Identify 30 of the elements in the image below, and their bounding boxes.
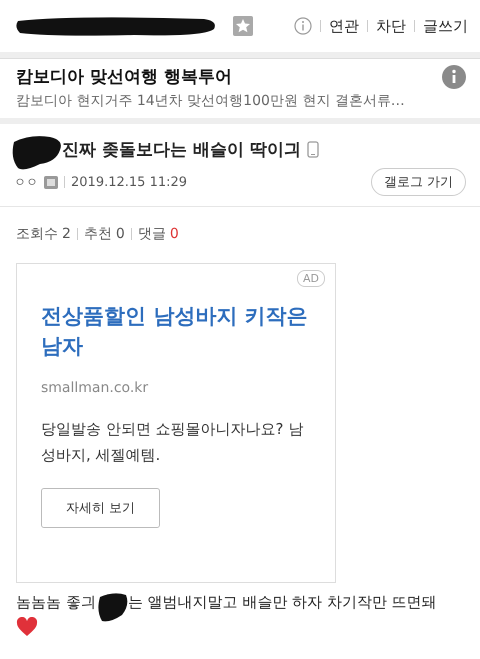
author-name[interactable]: ㅇㅇ [14,174,38,190]
post-date: 2019.12.15 11:29 [71,174,188,190]
ad-card[interactable]: AD 전상품할인 남성바지 키작은 남자 smallman.co.kr 당일발송 안되면 쇼핑몰아니자나요? 남성바지, 세젤예템. 자세히 보기 [16,263,336,583]
redaction-mark [96,591,130,623]
comment-text: 는 앨범내지말고 배슬만 하자 차기작만 뜨면돼 [128,592,437,612]
stat-value: 0 [116,226,125,242]
promo-title: 캄보디아 맞선여행 행복투어 [16,66,233,88]
ad-badge: AD [297,270,325,287]
details-button[interactable]: 자세히 보기 [41,488,160,528]
badge-icon [44,176,58,188]
stat-label: 추천 [84,225,112,243]
ad-title[interactable]: 전상품할인 남성바지 키작은 남자 [41,301,311,362]
header-link[interactable]: 글쓰기 [423,16,468,36]
phone-icon [306,140,319,158]
info-icon[interactable] [294,17,312,35]
comment-text: 놈놈놈 좋긔 [16,592,96,612]
ad-domain: smallman.co.kr [41,380,150,396]
header-link[interactable]: 연관 [329,16,359,36]
promo-banner[interactable]: 캄보디아 맞선여행 행복투어 캄보디아 현지거주 14년차 맞선여행100만원 현지 결혼서류… [0,58,480,124]
stat-label: 댓글 [138,225,166,243]
header-link[interactable]: 차단 [376,16,406,36]
stat-value: 2 [62,226,71,242]
stat-value: 0 [170,226,179,242]
info-icon[interactable] [442,65,466,89]
stat-label: 조회수 [16,225,58,243]
post-title: 진짜 좆돌보다는 배슬이 딱이긔 [62,138,301,160]
gallog-button[interactable]: 갤로그 가기 [370,168,466,196]
promo-text: 캄보디아 현지거주 14년차 맞선여행100만원 현지 결혼서류… [16,92,406,110]
heart-icon [16,617,38,637]
ad-text: 당일발송 안되면 쇼핑몰아니자나요? 남성바지, 세젤예템. [41,418,304,466]
